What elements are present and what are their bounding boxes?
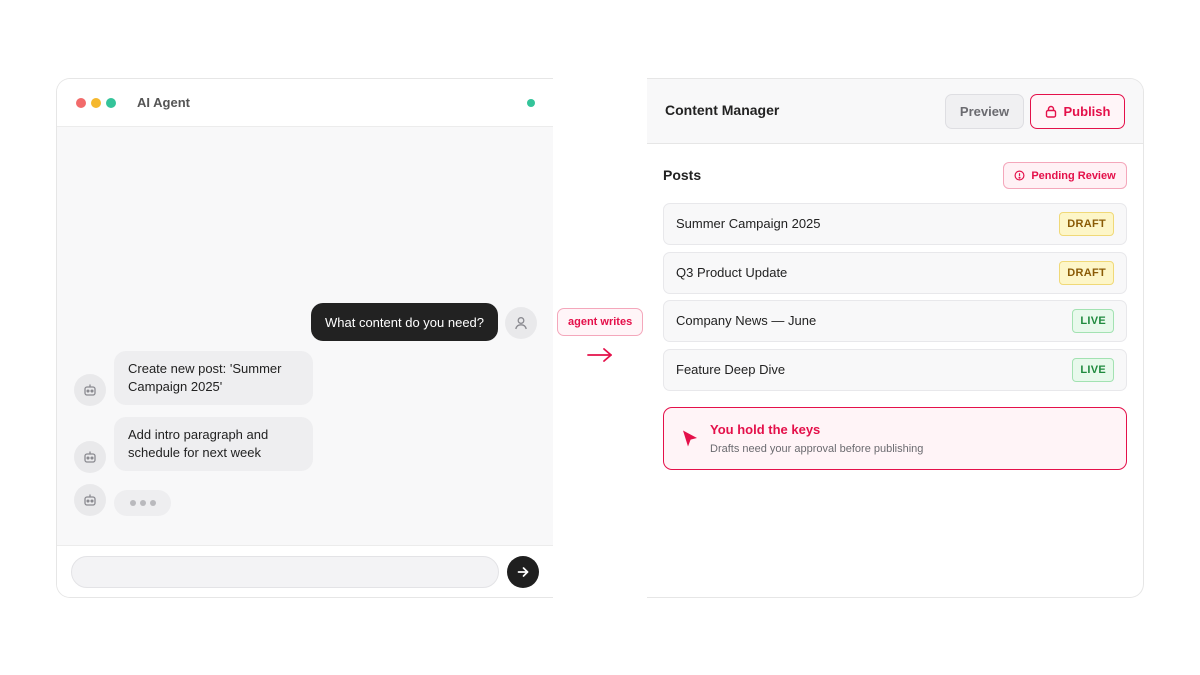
cms-title: Content Manager (665, 102, 780, 118)
message-list: What content do you need? Create new pos… (57, 127, 553, 545)
agent-writes-label: agent writes (557, 308, 644, 336)
window-minimize-button[interactable] (91, 97, 101, 108)
post-row[interactable]: Q3 Product Update DRAFT (663, 252, 1127, 294)
status-badge-live: LIVE (1072, 309, 1114, 333)
arrow-right-icon (517, 567, 529, 577)
agent-avatar (74, 374, 106, 406)
posts-heading: Posts (663, 167, 702, 183)
window-maximize-button[interactable] (106, 97, 116, 108)
send-button[interactable] (507, 556, 539, 588)
typing-indicator (114, 490, 171, 516)
post-row[interactable]: Summer Campaign 2025 DRAFT (663, 203, 1127, 245)
post-row[interactable]: Company News — June LIVE (663, 300, 1127, 342)
message-input[interactable] (71, 556, 499, 588)
post-title: Summer Campaign 2025 (676, 216, 821, 231)
publish-button[interactable]: Publish (1030, 94, 1125, 129)
status-badge-draft: DRAFT (1059, 261, 1114, 285)
pending-review-badge: Pending Review (1003, 162, 1127, 189)
status-badge-live: LIVE (1072, 358, 1114, 382)
user-message: What content do you need? (311, 303, 499, 341)
post-row[interactable]: Feature Deep Dive LIVE (663, 349, 1127, 391)
post-title: Q3 Product Update (676, 265, 788, 280)
arrow-right-icon (587, 348, 612, 362)
alert-circle-icon (1014, 170, 1025, 181)
approval-notice: You hold the keys Drafts need your appro… (663, 407, 1127, 470)
agent-message: Add intro paragraph and schedule for nex… (114, 417, 313, 471)
notice-title: You hold the keys (710, 422, 821, 437)
publish-label: Publish (1063, 104, 1111, 119)
agent-avatar (74, 484, 106, 516)
content-manager-window: Content Manager Preview Publish Posts Pe… (647, 78, 1144, 598)
preview-button[interactable]: Preview (945, 94, 1024, 129)
status-badge-draft: DRAFT (1059, 212, 1114, 236)
lock-icon (1045, 105, 1056, 118)
cursor-pointer-icon (683, 430, 697, 447)
typing-dot (139, 500, 146, 506)
agent-avatar (74, 441, 106, 473)
online-status-dot (527, 99, 535, 107)
agent-chat-window: AI Agent What content do you need? Creat… (56, 78, 553, 598)
notice-subtitle: Drafts need your approval before publish… (710, 443, 924, 455)
robot-icon (84, 494, 96, 506)
typing-dot (149, 500, 156, 506)
cms-header: Content Manager Preview Publish (647, 79, 1143, 144)
agent-message: Create new post: 'Summer Campaign 2025' (114, 351, 313, 405)
post-title: Company News — June (676, 313, 817, 328)
window-controls (76, 97, 116, 108)
robot-icon (84, 451, 96, 463)
user-icon (515, 317, 527, 330)
chat-composer (57, 545, 553, 597)
chat-header: AI Agent (57, 79, 553, 127)
chat-title: AI Agent (137, 95, 190, 110)
window-close-button[interactable] (76, 97, 86, 108)
pending-review-label: Pending Review (1031, 169, 1116, 182)
user-avatar (505, 307, 537, 339)
post-title: Feature Deep Dive (676, 362, 786, 377)
robot-icon (84, 384, 96, 396)
typing-dot (129, 500, 136, 506)
